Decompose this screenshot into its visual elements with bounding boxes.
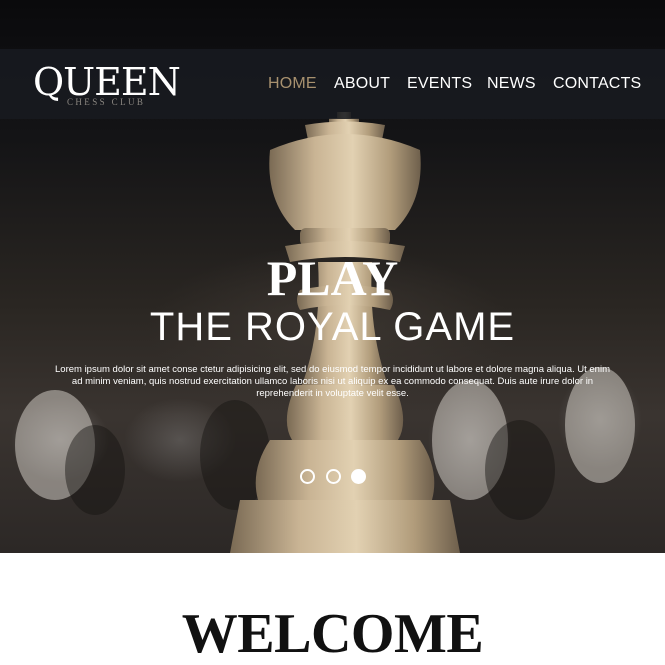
nav-item-home[interactable]: HOME [268, 49, 317, 119]
nav-item-events[interactable]: EVENTS [407, 49, 472, 119]
slide-subtitle: THE ROYAL GAME [149, 305, 516, 349]
slider-dot-3[interactable] [351, 469, 366, 484]
nav-item-about[interactable]: ABOUT [334, 49, 390, 119]
nav-item-contacts[interactable]: CONTACTS [553, 49, 641, 119]
hero-slider: QUEEN CHESS CLUB HOME ABOUT EVENTS NEWS … [0, 0, 665, 553]
slider-dot-2[interactable] [326, 469, 341, 484]
welcome-heading: WELCOME [181, 603, 484, 665]
slider-pagination [300, 469, 370, 485]
slider-dot-1[interactable] [300, 469, 315, 484]
slide-title: PLAY [266, 250, 399, 306]
top-navbar: QUEEN CHESS CLUB HOME ABOUT EVENTS NEWS … [0, 49, 665, 119]
site-logo[interactable]: QUEEN CHESS CLUB [33, 60, 181, 110]
nav-item-news[interactable]: NEWS [487, 49, 536, 119]
logo-subtitle: CHESS CLUB [67, 97, 146, 107]
slide-description: Lorem ipsum dolor sit amet conse ctetur … [55, 364, 610, 399]
